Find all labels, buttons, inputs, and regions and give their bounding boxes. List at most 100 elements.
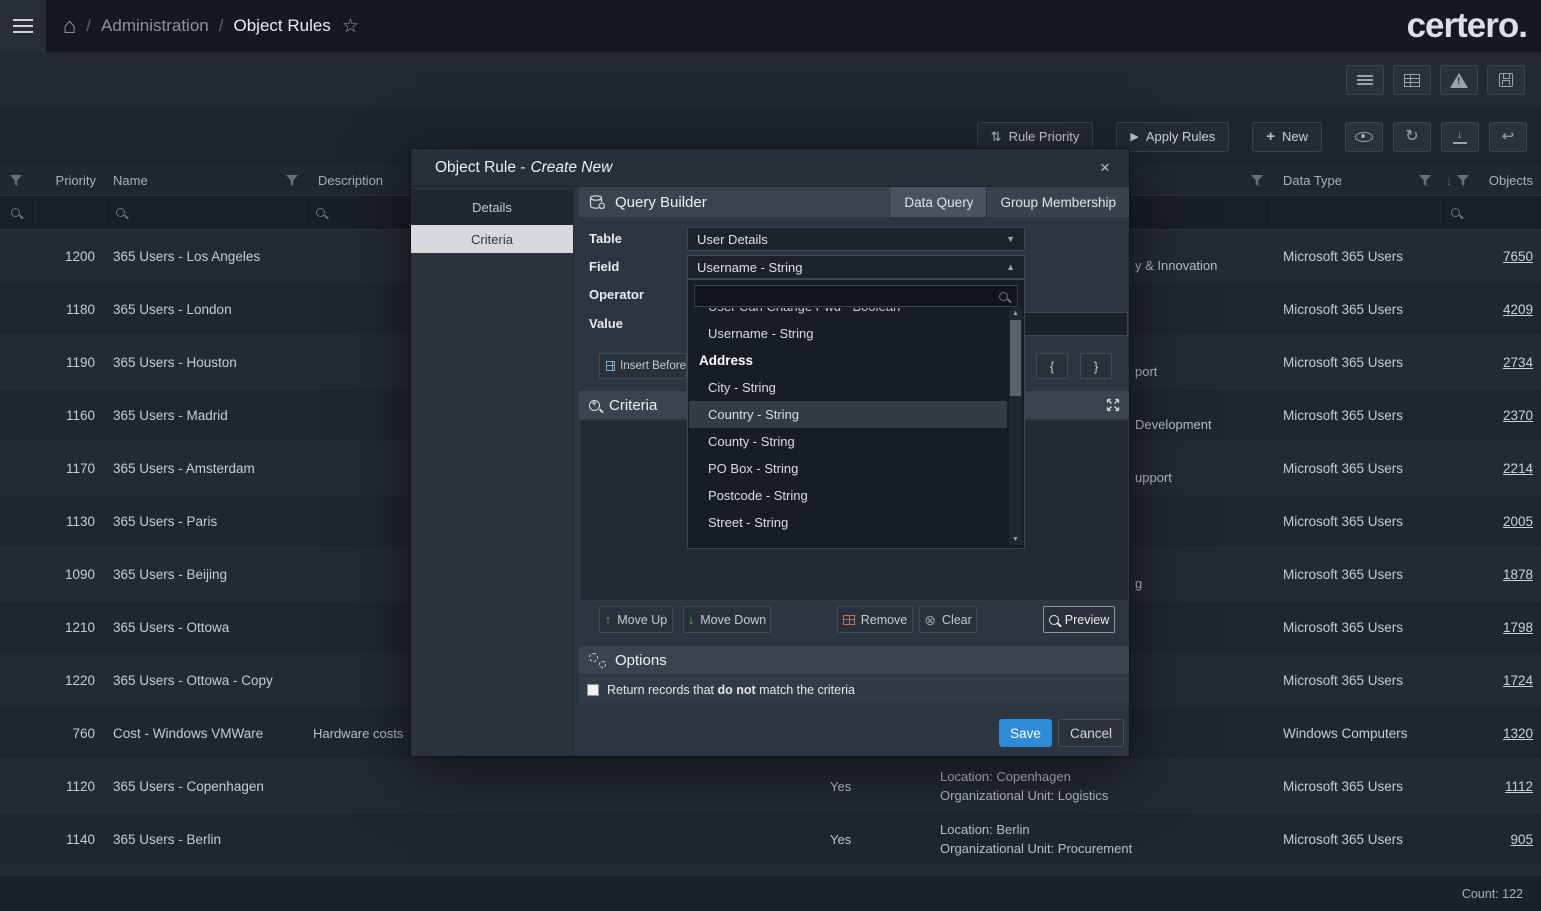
undo-button[interactable]: ↩ [1489,122,1527,152]
name-filter-icon[interactable] [286,165,298,196]
save-button[interactable]: Save [999,719,1052,747]
warning-icon [1450,73,1468,88]
row-data-type: Microsoft 365 Users [1278,760,1428,812]
query-builder-title: Query Builder [615,194,707,211]
funnel-icon [286,175,298,186]
dropdown-group-header: Address [689,347,1007,374]
insert-before-button[interactable]: Insert Before [599,353,687,379]
dropdown-item-clipped[interactable]: User Can Change Pwd - Boolean [689,308,1007,320]
row-objects-link[interactable]: 905 [1510,832,1533,847]
new-button[interactable]: + New [1252,122,1322,152]
description-header-label: Description [318,173,383,188]
tab-data-query[interactable]: Data Query [891,187,987,217]
row-expand-cell [0,707,35,759]
breadcrumb-section[interactable]: Administration [101,16,209,36]
save-icon [1499,73,1513,87]
row-priority: 1090 [35,548,95,600]
menu-icon[interactable] [0,0,46,52]
move-up-button[interactable]: ↑ Move Up [599,606,673,633]
column-header-priority[interactable]: Priority [35,165,96,196]
toggle-visibility-button[interactable] [1345,122,1383,152]
close-brace-button[interactable]: } [1080,353,1112,379]
remove-button[interactable]: Remove [837,606,913,633]
name-filter-input[interactable] [105,196,305,229]
field-dropdown-popup: User Can Change Pwd - Boolean Username -… [687,279,1025,549]
table-select[interactable]: User Details ▼ [687,227,1025,251]
row-objects-link[interactable]: 1112 [1505,779,1533,794]
scroll-up-icon[interactable]: ▲ [1009,310,1022,317]
tab-criteria[interactable]: Criteria [411,225,573,253]
search-icon [116,208,125,217]
scroll-down-icon[interactable]: ▼ [1009,536,1022,543]
row-criteria: Location: Copenhagen Organizational Unit… [940,760,1270,812]
data-type-filter-icon[interactable] [1419,165,1431,196]
column-header-name[interactable]: Name [113,165,148,196]
dialog-side-tabs: Details Criteria [411,187,574,756]
row-objects-link[interactable]: 1724 [1503,673,1533,688]
row-expand-cell [0,760,35,812]
move-down-button[interactable]: ↓ Move Down [683,606,771,633]
alerts-button[interactable] [1440,65,1478,95]
row-data-type: Microsoft 365 Users [1278,389,1428,441]
scrollbar-thumb[interactable] [1010,320,1021,396]
dropdown-search-input[interactable] [694,285,1018,307]
move-up-label: Move Up [617,613,667,627]
grid-view-button[interactable] [1393,65,1431,95]
dropdown-item[interactable]: Postcode - String [689,482,1007,509]
filter-icon[interactable] [10,165,22,196]
dropdown-item[interactable]: Country - String [689,401,1007,428]
field-select[interactable]: Username - String ▲ [687,255,1025,279]
plus-icon: + [1266,128,1275,145]
maximize-icon[interactable] [1105,397,1121,417]
list-view-button[interactable] [1346,65,1384,95]
column-header-data-type[interactable]: Data Type [1283,165,1342,196]
export-button[interactable] [1441,122,1479,152]
objects-filter-input[interactable] [1440,196,1541,229]
refresh-button[interactable]: ↻ [1393,122,1431,152]
row-objects-cell: 1724 [1435,654,1533,706]
row-objects-link[interactable]: 1798 [1503,620,1533,635]
rule-priority-button[interactable]: ⇅ Rule Priority [977,122,1094,152]
row-expand-cell [0,495,35,547]
table-row[interactable]: 1120 365 Users - Copenhagen Yes Location… [0,760,1541,813]
row-priority: 760 [35,707,95,759]
dropdown-item[interactable]: Username - String [689,320,1007,347]
row-objects-link[interactable]: 2214 [1503,461,1533,476]
open-brace-button[interactable]: { [1036,353,1068,379]
row-objects-link[interactable]: 2005 [1503,514,1533,529]
preview-button[interactable]: Preview [1043,606,1115,633]
dropdown-scrollbar[interactable]: ▲ ▼ [1009,308,1022,545]
dropdown-item[interactable]: County - String [689,428,1007,455]
funnel-icon [1251,175,1263,186]
row-objects-link[interactable]: 1320 [1503,726,1533,741]
save-view-button[interactable] [1487,65,1525,95]
row-objects-link[interactable]: 2734 [1503,355,1533,370]
criteria-filter-icon[interactable] [1251,165,1263,196]
row-expand-cell [0,442,35,494]
row-objects-link[interactable]: 4209 [1503,302,1533,317]
row-objects-link[interactable]: 2370 [1503,408,1533,423]
row-objects-cell: 4209 [1435,283,1533,335]
row-objects-cell: 1878 [1435,548,1533,600]
objects-sort-filter-icon[interactable]: ↓ [1446,165,1469,196]
row-objects-link[interactable]: 7650 [1503,249,1533,264]
tab-details[interactable]: Details [411,189,573,225]
table-row[interactable]: 1140 365 Users - Berlin Yes Location: Be… [0,813,1541,866]
close-icon[interactable]: × [1091,149,1119,187]
tab-group-membership[interactable]: Group Membership [987,187,1129,217]
column-header-description[interactable]: Description [318,165,383,196]
home-icon[interactable]: ⌂ [63,15,76,37]
favorite-star-icon[interactable]: ☆ [342,15,359,38]
expand-filter-input[interactable] [0,196,35,229]
apply-rules-button[interactable]: ▶ Apply Rules [1116,122,1229,152]
clear-button[interactable]: ⊗ Clear [919,606,977,633]
dropdown-item[interactable]: City - String [689,374,1007,401]
gear-icon [589,653,606,668]
dropdown-item[interactable]: PO Box - String [689,455,1007,482]
priority-header-label: Priority [56,173,96,188]
column-header-objects[interactable]: Objects [1489,165,1533,196]
cancel-button[interactable]: Cancel [1058,719,1124,747]
negate-criteria-checkbox[interactable] [587,684,599,696]
dropdown-item[interactable]: Street - String [689,509,1007,536]
row-objects-link[interactable]: 1878 [1503,567,1533,582]
